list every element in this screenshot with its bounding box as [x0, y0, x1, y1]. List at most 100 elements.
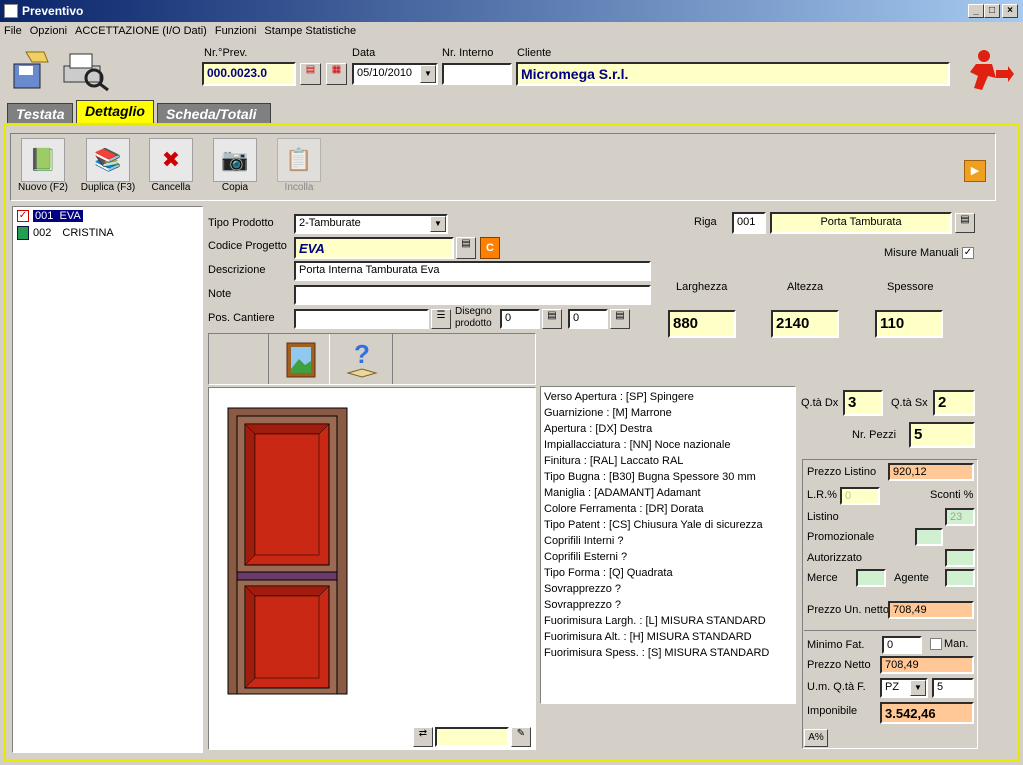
disegno-lookup-icon-1[interactable]: ▤ [542, 309, 562, 329]
prev-lookup-button[interactable]: ▤ [300, 63, 321, 85]
man-checkbox[interactable] [930, 638, 942, 650]
um-dropdown-icon[interactable]: ▼ [910, 680, 926, 696]
prezzo-un-netto-field[interactable]: 708,49 [888, 601, 974, 619]
nr-prev-label: Nr.°Prev. [204, 47, 248, 59]
disegno-lookup-icon-2[interactable]: ▤ [610, 309, 630, 329]
image-edit-icon[interactable]: ✎ [511, 727, 531, 747]
sconto-listino-field[interactable]: 23 [945, 508, 975, 526]
attribute-line: Apertura : [DX] Destra [544, 423, 653, 435]
nr-interno-field[interactable] [442, 63, 512, 85]
image-tool-icon[interactable]: ⇄ [413, 727, 433, 747]
help-button[interactable]: ? [331, 334, 393, 384]
altezza-field[interactable]: 2140 [771, 310, 839, 338]
autorizzato-field[interactable] [945, 549, 975, 567]
misure-manuali-label: Misure Manuali [884, 247, 959, 259]
riga-num-field[interactable]: 001 [732, 212, 766, 234]
misure-manuali-checkbox[interactable]: ✓ [962, 247, 974, 259]
attribute-line: Coprifili Esterni ? [544, 551, 628, 563]
nr-prev-field[interactable]: 000.0023.0 [202, 62, 296, 86]
paste-icon: 📋 [277, 138, 321, 182]
attribute-line: Sovrapprezzo ? [544, 599, 622, 611]
menu-file[interactable]: File [0, 22, 26, 40]
minimo-fat-field[interactable]: 0 [882, 636, 922, 654]
tree-item-eva[interactable]: ✓ 001 EVA [13, 207, 202, 224]
a-percent-button[interactable]: A% [804, 729, 828, 747]
exit-icon[interactable] [962, 48, 1014, 92]
attribute-line: Tipo Patent : [CS] Chiusura Yale di sicu… [544, 519, 763, 531]
prezzo-netto-field[interactable]: 708,49 [880, 656, 974, 674]
attribute-line: Colore Ferramenta : [DR] Dorata [544, 503, 704, 515]
svg-text:?: ? [354, 339, 370, 369]
tree-view-icon[interactable]: ☰ [431, 309, 451, 329]
save-icon[interactable] [8, 48, 52, 92]
promozionale-field[interactable] [915, 528, 943, 546]
prev-calc-button[interactable]: ▦ [326, 63, 347, 85]
cliente-field[interactable]: Micromega S.r.l. [516, 62, 950, 86]
attribute-line: Impiallacciatura : [NN] Noce nazionale [544, 439, 731, 451]
agente-field[interactable] [945, 569, 975, 587]
codice-progetto-field[interactable]: EVA [294, 237, 454, 259]
tree-list: ✓ 001 EVA 002 CRISTINA [12, 206, 203, 753]
checkmark-icon: ✓ [17, 209, 29, 222]
lr-field[interactable]: 0 [840, 487, 880, 505]
copia-button[interactable]: 📷 Copia [210, 138, 260, 193]
nr-pezzi-field[interactable]: 5 [909, 422, 975, 448]
pos-cantiere-field[interactable] [294, 309, 429, 329]
riga-note-icon[interactable]: ▤ [955, 213, 975, 233]
riga-desc-field[interactable]: Porta Tamburata [770, 212, 952, 234]
um-qty-field[interactable]: 5 [932, 678, 974, 698]
prezzo-listino-field[interactable]: 920,12 [888, 463, 974, 481]
window-title: Preventivo [22, 4, 84, 18]
pos-cantiere-label: Pos. Cantiere [208, 312, 275, 324]
minimize-button[interactable]: _ [968, 4, 984, 18]
nuovo-button[interactable]: 📗 Nuovo (F2) [14, 138, 72, 193]
prezzo-un-netto-label: Prezzo Un. netto [807, 604, 889, 616]
sconti-label: Sconti % [930, 489, 974, 501]
menu-funzioni[interactable]: Funzioni [211, 22, 261, 40]
listino-label: Listino [807, 511, 839, 523]
nuovo-label: Nuovo (F2) [17, 182, 68, 193]
cancella-button[interactable]: ✖ Cancella [146, 138, 196, 193]
tab-scheda-totali[interactable]: Scheda/Totali [157, 103, 271, 123]
menu-accettazione[interactable]: ACCETTAZIONE (I/O Dati) [71, 22, 211, 40]
image-code-field[interactable] [435, 727, 509, 747]
maximize-button[interactable]: □ [984, 4, 1000, 18]
duplica-button[interactable]: 📚 Duplica (F3) [76, 138, 140, 193]
menu-stampe[interactable]: Stampe Statistiche [260, 22, 360, 40]
attribute-line: Fuorimisura Spess. : [S] MISURA STANDARD [544, 647, 770, 659]
tipo-prodotto-select[interactable]: 2-Tamburate [294, 214, 448, 234]
merce-field[interactable] [856, 569, 886, 587]
tab-testata[interactable]: Testata [7, 103, 73, 123]
nr-pezzi-label: Nr. Pezzi [852, 429, 897, 441]
title-bar: Preventivo [0, 0, 1023, 22]
disegno-field-1[interactable]: 0 [500, 309, 540, 329]
date-dropdown-icon[interactable]: ▼ [420, 65, 436, 83]
note-field[interactable] [294, 285, 651, 305]
imponibile-field[interactable]: 3.542,46 [880, 702, 974, 724]
tipo-dropdown-icon[interactable]: ▼ [430, 216, 446, 232]
man-label: Man. [944, 638, 969, 650]
tab-dettaglio[interactable]: Dettaglio [76, 100, 154, 123]
disegno-label-2: prodotto [455, 318, 492, 329]
picture-button[interactable] [268, 334, 330, 384]
prezzo-listino-label: Prezzo Listino [807, 466, 877, 478]
codice-lookup-icon[interactable]: ▤ [456, 237, 476, 259]
c-button[interactable]: C [480, 237, 500, 259]
qta-dx-field[interactable]: 3 [843, 390, 883, 416]
larghezza-field[interactable]: 880 [668, 310, 736, 338]
incolla-label: Incolla [284, 182, 314, 193]
tree-item-cristina[interactable]: 002 CRISTINA [13, 224, 202, 241]
imponibile-label: Imponibile [807, 705, 858, 717]
promozionale-label: Promozionale [807, 531, 875, 543]
qta-sx-field[interactable]: 2 [933, 390, 975, 416]
menu-opzioni[interactable]: Opzioni [26, 22, 71, 40]
close-button[interactable]: × [1002, 4, 1018, 18]
tab-border-right [1018, 123, 1020, 761]
altezza-label: Altezza [787, 281, 824, 293]
spessore-field[interactable]: 110 [875, 310, 943, 338]
print-preview-icon[interactable] [60, 48, 112, 92]
descrizione-field[interactable]: Porta Interna Tamburata Eva [294, 261, 651, 281]
next-arrow-icon[interactable]: ▶ [964, 160, 986, 182]
incolla-button[interactable]: 📋 Incolla [274, 138, 324, 193]
disegno-field-2[interactable]: 0 [568, 309, 608, 329]
